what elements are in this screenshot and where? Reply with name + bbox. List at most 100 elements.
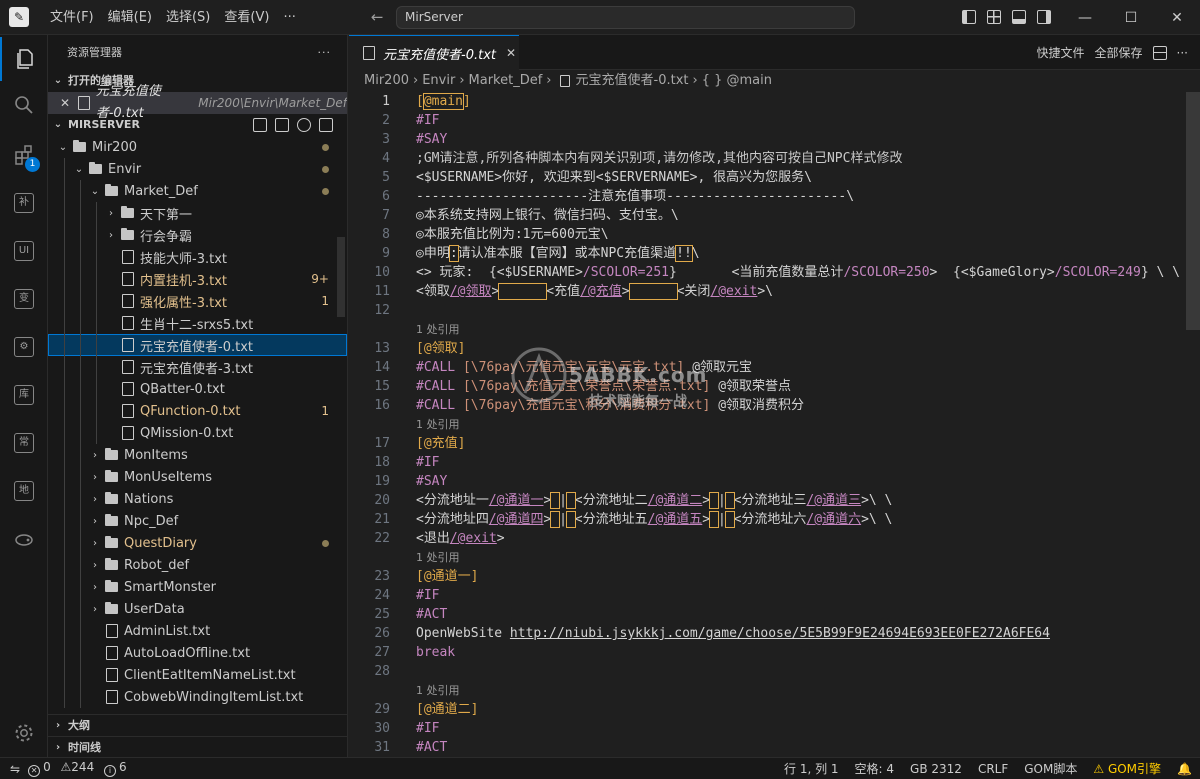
codelens-link[interactable]: 1 处引用: [416, 415, 460, 434]
close-tab-icon[interactable]: ✕: [506, 46, 516, 60]
problems-indicator[interactable]: ✕ 0 ⚠244 i6: [28, 760, 127, 777]
breadcrumb-item[interactable]: Mir200: [364, 70, 409, 92]
tree-file[interactable]: ClientEatItemNameList.txt: [48, 664, 347, 686]
code-editor[interactable]: 1 [@main] 2 #IF 3 #SAY 4 ;GM请注意,所列各种脚本内有网关识别项,请…: [349, 92, 1200, 757]
menu-more[interactable]: ···: [276, 0, 302, 35]
editor-more-icon[interactable]: ···: [1177, 46, 1188, 60]
timeline-header[interactable]: › 时间线: [48, 736, 347, 757]
cursor-position[interactable]: 行 1, 列 1: [776, 759, 847, 779]
new-file-icon[interactable]: [253, 118, 267, 132]
breadcrumb-item[interactable]: Market_Def: [469, 70, 543, 92]
tree-folder[interactable]: ⌄ Market_Def: [48, 180, 347, 202]
tab-active-file[interactable]: 元宝充值使者-0.txt ✕: [349, 35, 519, 70]
close-window-icon[interactable]: ✕: [1154, 0, 1200, 35]
line-ending[interactable]: CRLF: [970, 759, 1016, 779]
minimize-icon[interactable]: —: [1062, 0, 1108, 35]
tree-file[interactable]: 强化属性-3.txt 1: [48, 290, 347, 312]
toggle-secondary-sidebar-icon[interactable]: [1037, 10, 1051, 24]
maximize-icon[interactable]: ☐: [1108, 0, 1154, 35]
tree-file[interactable]: 生肖十二-srxs5.txt: [48, 312, 347, 334]
code-line: 2 #IF: [349, 111, 1200, 130]
tree-folder[interactable]: › UserData: [48, 598, 347, 620]
code-line: 3 #SAY: [349, 130, 1200, 149]
tree-file[interactable]: QFunction-0.txt 1: [48, 400, 347, 422]
codelens-link[interactable]: 1 处引用: [416, 548, 460, 567]
cloud-icon[interactable]: [0, 517, 48, 561]
codelens-link[interactable]: 1 处引用: [416, 681, 460, 700]
tree-folder[interactable]: › Robot_def: [48, 554, 347, 576]
activity-box-3-icon[interactable]: 变: [0, 277, 48, 321]
tree-folder[interactable]: › SmartMonster: [48, 576, 347, 598]
tree-item-label: 元宝充值使者-3.txt: [140, 361, 253, 377]
editor-scrollbar[interactable]: [1186, 92, 1200, 757]
tree-scrollbar[interactable]: [337, 237, 345, 317]
codelens-link[interactable]: 1 处引用: [416, 320, 460, 339]
tree-file[interactable]: 技能大师-3.txt: [48, 246, 347, 268]
line-text: <领取/@领取> <充值/@充值> <关闭/@exit>\: [416, 283, 774, 300]
tree-folder[interactable]: ⌄ Mir200: [48, 136, 347, 158]
breadcrumb-item[interactable]: Envir: [422, 70, 455, 92]
workspace-root-header[interactable]: ⌄ MIRSERVER: [48, 114, 347, 136]
tree-folder[interactable]: › Npc_Def: [48, 510, 347, 532]
tree-folder[interactable]: ⌄ Envir: [48, 158, 347, 180]
refresh-icon[interactable]: [297, 118, 311, 132]
file-tree: ⌄ Mir200 ⌄ Envir ⌄ Market_Def › 天下第一 › 行会争霸 技能大师-3…: [48, 136, 347, 708]
encoding[interactable]: GB 2312: [902, 759, 970, 779]
toggle-primary-sidebar-icon[interactable]: [962, 10, 976, 24]
tree-file[interactable]: QBatter-0.txt: [48, 378, 347, 400]
open-editor-item[interactable]: ✕ 元宝充值使者-0.txt Mir200\Envir\Market_Def: [48, 84, 347, 121]
notifications-bell-icon[interactable]: 🔔: [1169, 759, 1200, 779]
collapse-all-icon[interactable]: [319, 118, 333, 132]
activity-box-4-icon[interactable]: ⚙: [0, 325, 48, 369]
tree-file[interactable]: 元宝充值使者-0.txt: [48, 334, 347, 356]
activity-box-7-icon[interactable]: 地: [0, 469, 48, 513]
menu-file[interactable]: 文件(F): [43, 0, 101, 35]
back-arrow-icon[interactable]: ←: [371, 8, 384, 26]
tree-item-label: 天下第一: [140, 207, 193, 223]
language-mode[interactable]: GOM脚本: [1016, 759, 1085, 779]
tree-file[interactable]: 内置挂机-3.txt 9+: [48, 268, 347, 290]
remote-icon[interactable]: ⇋: [10, 762, 20, 776]
save-all-button[interactable]: 全部保存: [1095, 44, 1143, 61]
menu-selection[interactable]: 选择(S): [159, 0, 217, 35]
split-editor-icon[interactable]: [1152, 45, 1167, 60]
tree-file[interactable]: CobwebWindingItemList.txt: [48, 686, 347, 708]
tree-folder[interactable]: › 行会争霸: [48, 224, 347, 246]
tree-folder[interactable]: › Nations: [48, 488, 347, 510]
tree-folder[interactable]: › MonUseItems: [48, 466, 347, 488]
outline-header[interactable]: › 大纲: [48, 714, 347, 736]
tree-file[interactable]: 元宝充值使者-3.txt: [48, 356, 347, 378]
customize-layout-icon[interactable]: [987, 10, 1001, 24]
status-left: ⇋ ✕ 0 ⚠244 i6: [0, 760, 127, 777]
tree-folder[interactable]: › QuestDiary: [48, 532, 347, 554]
menu-view[interactable]: 查看(V): [217, 0, 276, 35]
sidebar-more-icon[interactable]: ···: [318, 35, 332, 70]
activity-box-5-icon[interactable]: 库: [0, 373, 48, 417]
indentation[interactable]: 空格: 4: [847, 759, 903, 779]
open-editors-header[interactable]: ⌄ 打开的编辑器: [48, 70, 347, 92]
command-center-search[interactable]: MirServer: [396, 6, 855, 29]
menu-edit[interactable]: 编辑(E): [101, 0, 159, 35]
tree-file[interactable]: AdminList.txt: [48, 620, 347, 642]
close-editor-icon[interactable]: ✕: [60, 92, 74, 114]
breadcrumb-symbol[interactable]: { } @main: [702, 70, 772, 92]
breadcrumb-item[interactable]: 元宝充值使者-0.txt: [576, 70, 689, 92]
new-folder-icon[interactable]: [275, 118, 289, 132]
search-icon[interactable]: [0, 83, 48, 127]
chevron-right-icon: ›: [93, 559, 97, 571]
activity-box-2-icon[interactable]: UI: [0, 229, 48, 273]
extensions-icon[interactable]: 1: [0, 133, 48, 177]
gom-engine-status[interactable]: ⚠ GOM引擎: [1085, 759, 1169, 779]
tree-folder[interactable]: › 天下第一: [48, 202, 347, 224]
code-line: 20 <分流地址一/@通道一> | <分流地址二/@通道二> | <分流地址三/@…: [349, 491, 1200, 510]
tree-folder[interactable]: › MonItems: [48, 444, 347, 466]
activity-box-1-icon[interactable]: 补: [0, 181, 48, 225]
quick-file-button[interactable]: 快捷文件: [1037, 44, 1085, 61]
toggle-panel-icon[interactable]: [1012, 10, 1026, 24]
explorer-icon[interactable]: [0, 37, 48, 81]
editor-scroll-thumb[interactable]: [1186, 92, 1200, 330]
tree-file[interactable]: QMission-0.txt: [48, 422, 347, 444]
activity-box-6-icon[interactable]: 常: [0, 421, 48, 465]
settings-gear-icon[interactable]: [0, 711, 48, 755]
tree-file[interactable]: AutoLoadOffline.txt: [48, 642, 347, 664]
